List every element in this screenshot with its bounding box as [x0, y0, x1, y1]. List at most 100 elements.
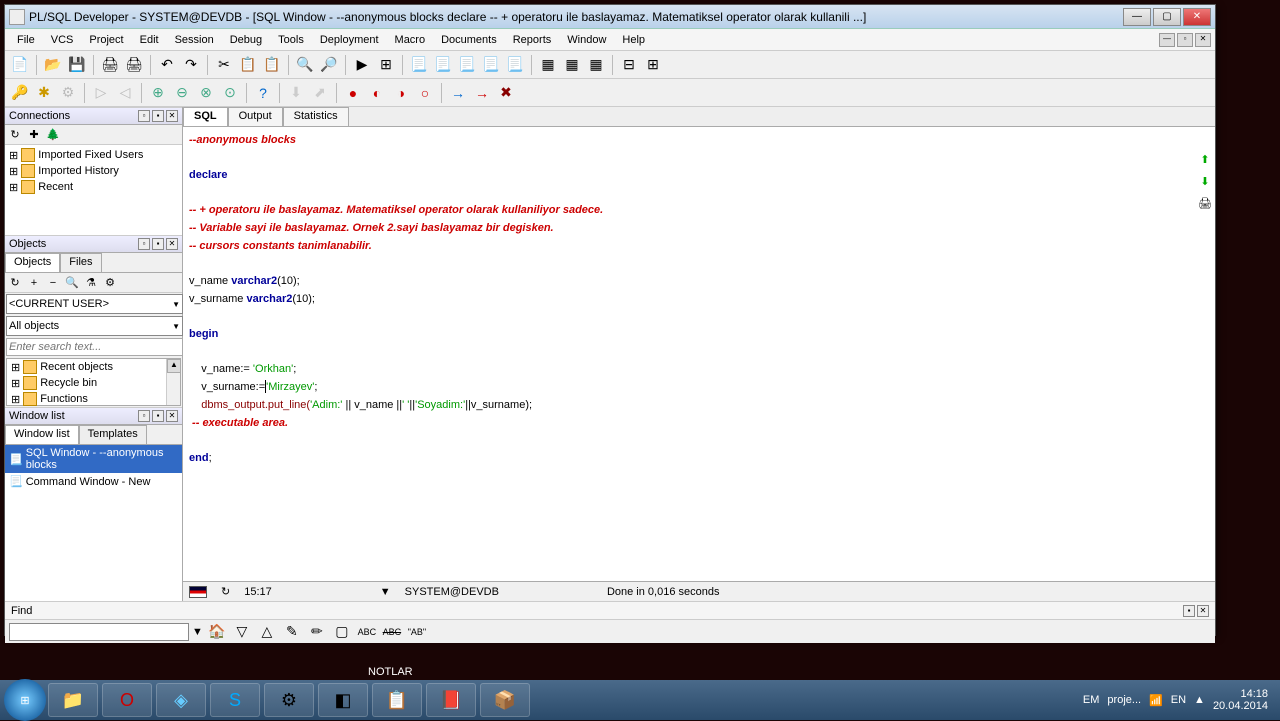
execute-icon[interactable]: ▷: [90, 82, 112, 104]
panel-pin-icon[interactable]: ▪: [152, 110, 164, 122]
tray-show-hidden-icon[interactable]: ▲: [1194, 694, 1205, 706]
find-highlight-icon[interactable]: ✎: [281, 621, 303, 643]
panel-pin-icon[interactable]: ▪: [152, 410, 164, 422]
taskbar-pdf[interactable]: 📕: [426, 683, 476, 717]
find-pin-icon[interactable]: ▪: [1183, 605, 1195, 617]
new-program-window-icon[interactable]: 📃: [480, 54, 502, 76]
tree-icon[interactable]: 🌲: [45, 127, 61, 143]
refresh-status-icon[interactable]: ↻: [221, 585, 230, 598]
taskbar-app4[interactable]: 📋: [372, 683, 422, 717]
obj-functions[interactable]: ⊞Functions: [7, 391, 180, 407]
menu-macro[interactable]: Macro: [387, 31, 434, 49]
text-importer-icon[interactable]: ▦: [561, 54, 583, 76]
break-icon[interactable]: ◁: [114, 82, 136, 104]
disable-breakpoint-icon[interactable]: ○: [414, 82, 436, 104]
step-over-icon[interactable]: ⬈: [309, 82, 331, 104]
paste-icon[interactable]: 📋: [261, 54, 283, 76]
new-report-window-icon[interactable]: 📃: [432, 54, 454, 76]
panel-close-icon[interactable]: ✕: [166, 410, 178, 422]
new-icon[interactable]: 📄: [9, 54, 31, 76]
copy-icon[interactable]: 📋: [237, 54, 259, 76]
query-builder-icon[interactable]: ⊞: [375, 54, 397, 76]
find-down-icon[interactable]: ▽: [231, 621, 253, 643]
panel-dock-icon[interactable]: ▫: [138, 410, 150, 422]
obj-refresh-icon[interactable]: ↻: [7, 275, 23, 291]
taskbar-app1[interactable]: ◈: [156, 683, 206, 717]
continue-icon[interactable]: →: [471, 82, 493, 104]
menu-tools[interactable]: Tools: [270, 31, 312, 49]
toggle-breakpoint-icon[interactable]: ●: [342, 82, 364, 104]
print-icon[interactable]: 🖨: [99, 54, 121, 76]
add-conn-icon[interactable]: ✚: [26, 127, 42, 143]
mdi-minimize-button[interactable]: —: [1159, 33, 1175, 47]
obj-plus-icon[interactable]: +: [26, 275, 42, 291]
cut-icon[interactable]: ✂: [213, 54, 235, 76]
tile-vertical-icon[interactable]: ⊞: [642, 54, 664, 76]
taskbar-app5[interactable]: 📦: [480, 683, 530, 717]
panel-dock-icon[interactable]: ▫: [138, 238, 150, 250]
find-next-icon[interactable]: 🔎: [318, 54, 340, 76]
session-icon[interactable]: ⊙: [219, 82, 241, 104]
new-sql-window-icon[interactable]: 📃: [408, 54, 430, 76]
print-setup-icon[interactable]: 🖨: [123, 54, 145, 76]
find-whole-word-icon[interactable]: ▢: [331, 621, 353, 643]
tray-network-icon[interactable]: 📶: [1149, 694, 1163, 707]
large-data-editor-icon[interactable]: ▦: [537, 54, 559, 76]
tray-lang2[interactable]: EN: [1171, 694, 1186, 706]
obj-settings-icon[interactable]: ⚙: [102, 275, 118, 291]
find-icon[interactable]: 🔍: [294, 54, 316, 76]
taskbar-app3[interactable]: ◧: [318, 683, 368, 717]
wl-sql-window[interactable]: 📃SQL Window - --anonymous blocks: [5, 445, 182, 473]
panel-close-icon[interactable]: ✕: [166, 238, 178, 250]
obj-filter-icon[interactable]: ⚗: [83, 275, 99, 291]
scroll-up-icon[interactable]: ▲: [167, 359, 181, 373]
nav-down-icon[interactable]: ⬇: [1197, 175, 1213, 191]
taskbar-explorer[interactable]: 📁: [48, 683, 98, 717]
menu-project[interactable]: Project: [81, 31, 131, 49]
beautifier-icon[interactable]: ✱: [33, 82, 55, 104]
panel-pin-icon[interactable]: ▪: [152, 238, 164, 250]
explain-plan-icon[interactable]: ▶: [351, 54, 373, 76]
tree-recent[interactable]: ⊞Recent: [7, 179, 180, 195]
modify-breakpoint-icon[interactable]: ◐: [366, 82, 388, 104]
menu-file[interactable]: File: [9, 31, 43, 49]
desktop-shortcut-notlar[interactable]: NOTLAR: [368, 666, 413, 678]
tree-imported-history[interactable]: ⊞Imported History: [7, 163, 180, 179]
panel-dock-icon[interactable]: ▫: [138, 110, 150, 122]
rollback-icon[interactable]: ⊖: [171, 82, 193, 104]
menu-window[interactable]: Window: [559, 31, 614, 49]
taskbar-skype[interactable]: S: [210, 683, 260, 717]
menu-reports[interactable]: Reports: [505, 31, 560, 49]
find-input[interactable]: [9, 623, 189, 641]
save-icon[interactable]: 💾: [66, 54, 88, 76]
obj-recent[interactable]: ⊞Recent objects: [7, 359, 180, 375]
menu-help[interactable]: Help: [614, 31, 653, 49]
odbc-importer-icon[interactable]: ▦: [585, 54, 607, 76]
commit-icon[interactable]: ⊕: [147, 82, 169, 104]
maximize-button[interactable]: ▢: [1153, 8, 1181, 26]
taskbar-opera[interactable]: O: [102, 683, 152, 717]
refresh-icon[interactable]: ↻: [7, 127, 23, 143]
tree-fixed-users[interactable]: ⊞Imported Fixed Users: [7, 147, 180, 163]
set-transaction-icon[interactable]: ⊗: [195, 82, 217, 104]
wl-command-window[interactable]: 📃Command Window - New: [5, 473, 182, 490]
tab-statistics[interactable]: Statistics: [283, 107, 349, 126]
tray-project[interactable]: proje...: [1107, 694, 1141, 706]
undo-icon[interactable]: ↶: [156, 54, 178, 76]
run-to-cursor-icon[interactable]: →: [447, 82, 469, 104]
code-editor[interactable]: --anonymous blocks declare -- + operator…: [183, 127, 1215, 581]
printer-side-icon[interactable]: 🖨: [1197, 197, 1213, 213]
new-command-window-icon[interactable]: 📃: [456, 54, 478, 76]
menu-deployment[interactable]: Deployment: [312, 31, 387, 49]
find-selection-icon[interactable]: "AB": [406, 621, 428, 643]
minimize-button[interactable]: —: [1123, 8, 1151, 26]
mdi-close-button[interactable]: ✕: [1195, 33, 1211, 47]
tab-sql[interactable]: SQL: [183, 107, 228, 126]
step-into-icon[interactable]: ⬇: [285, 82, 307, 104]
object-search-input[interactable]: [6, 338, 183, 356]
nav-up-icon[interactable]: ⬆: [1197, 153, 1213, 169]
menu-debug[interactable]: Debug: [222, 31, 270, 49]
find-regex-icon[interactable]: ABC: [381, 621, 403, 643]
new-test-window-icon[interactable]: 📃: [504, 54, 526, 76]
find-close-icon[interactable]: ✕: [1197, 605, 1209, 617]
